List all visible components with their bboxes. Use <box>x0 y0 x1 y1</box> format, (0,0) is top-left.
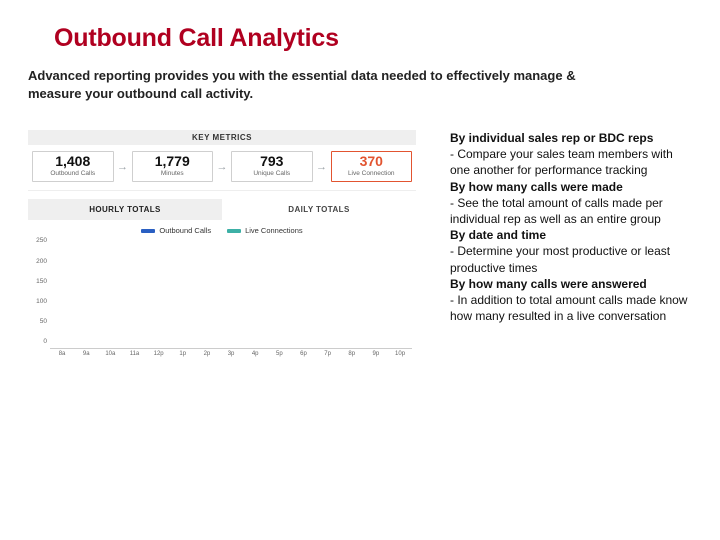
feature-heading: By date and time <box>450 227 692 243</box>
x-tick: 10a <box>98 351 122 357</box>
metric-value: 1,779 <box>135 154 211 169</box>
arrow-right-icon: → <box>313 151 331 182</box>
feature-item: By date and time- Determine your most pr… <box>450 227 692 276</box>
metrics-row: 1,408 Outbound Calls → 1,779 Minutes → 7… <box>28 145 416 191</box>
x-tick: 8a <box>50 351 74 357</box>
page-title: Outbound Call Analytics <box>54 24 692 53</box>
arrow-right-icon: → <box>213 151 231 182</box>
legend-swatch-icon <box>227 229 241 233</box>
metric-minutes[interactable]: 1,779 Minutes <box>132 151 214 182</box>
chart-area: 250 200 150 100 50 0 8a9a10a11a12p1p2p3p4p5p6… <box>28 237 416 357</box>
y-tick: 250 <box>36 237 47 244</box>
y-tick: 100 <box>36 298 47 305</box>
tab-hourly[interactable]: HOURLY TOTALS <box>28 199 222 220</box>
feature-item: By how many calls were made- See the tot… <box>450 179 692 228</box>
feature-item: By individual sales rep or BDC reps- Com… <box>450 130 692 179</box>
metric-label: Live Connection <box>334 170 410 177</box>
metric-value: 370 <box>334 154 410 169</box>
feature-heading: By how many calls were answered <box>450 276 692 292</box>
y-tick: 0 <box>43 338 47 345</box>
x-tick: 9a <box>74 351 98 357</box>
feature-body: - See the total amount of calls made per… <box>450 195 692 227</box>
feature-item: By how many calls were answered- In addi… <box>450 276 692 325</box>
x-tick: 7p <box>316 351 340 357</box>
arrow-right-icon: → <box>114 151 132 182</box>
metric-unique-calls[interactable]: 793 Unique Calls <box>231 151 313 182</box>
y-tick: 50 <box>40 318 47 325</box>
chart-legend: Outbound Calls Live Connections <box>28 226 416 235</box>
legend-outbound: Outbound Calls <box>141 226 211 235</box>
feature-body: - Determine your most productive or leas… <box>450 243 692 275</box>
legend-live: Live Connections <box>227 226 303 235</box>
metric-label: Unique Calls <box>234 170 310 177</box>
metric-live-connection[interactable]: 370 Live Connection <box>331 151 413 182</box>
x-tick: 11a <box>122 351 146 357</box>
metric-label: Minutes <box>135 170 211 177</box>
legend-swatch-icon <box>141 229 155 233</box>
dashboard-panel: KEY METRICS 1,408 Outbound Calls → 1,779… <box>28 130 416 357</box>
legend-label: Outbound Calls <box>159 226 211 235</box>
x-tick: 9p <box>364 351 388 357</box>
feature-body: - Compare your sales team members with o… <box>450 146 692 178</box>
chart-y-axis: 250 200 150 100 50 0 <box>28 237 50 357</box>
x-tick: 5p <box>267 351 291 357</box>
x-tick: 8p <box>340 351 364 357</box>
content-layout: KEY METRICS 1,408 Outbound Calls → 1,779… <box>28 130 692 357</box>
x-tick: 12p <box>147 351 171 357</box>
x-tick: 10p <box>388 351 412 357</box>
x-tick: 1p <box>171 351 195 357</box>
key-metrics-header: KEY METRICS <box>28 130 416 145</box>
y-tick: 150 <box>36 278 47 285</box>
intro-text: Advanced reporting provides you with the… <box>28 67 588 102</box>
feature-list: By individual sales rep or BDC reps- Com… <box>450 130 692 324</box>
chart-plot: 8a9a10a11a12p1p2p3p4p5p6p7p8p9p10p <box>50 237 412 357</box>
tab-bar: HOURLY TOTALS DAILY TOTALS <box>28 199 416 220</box>
feature-body: - In addition to total amount calls made… <box>450 292 692 324</box>
feature-heading: By individual sales rep or BDC reps <box>450 130 692 146</box>
chart-bars <box>50 237 412 349</box>
x-tick: 4p <box>243 351 267 357</box>
x-tick: 3p <box>219 351 243 357</box>
chart-x-axis: 8a9a10a11a12p1p2p3p4p5p6p7p8p9p10p <box>50 351 412 357</box>
metric-value: 1,408 <box>35 154 111 169</box>
legend-label: Live Connections <box>245 226 303 235</box>
metric-label: Outbound Calls <box>35 170 111 177</box>
metric-outbound-calls[interactable]: 1,408 Outbound Calls <box>32 151 114 182</box>
tab-daily[interactable]: DAILY TOTALS <box>222 199 416 220</box>
y-tick: 200 <box>36 258 47 265</box>
x-tick: 6p <box>291 351 315 357</box>
x-tick: 2p <box>195 351 219 357</box>
feature-heading: By how many calls were made <box>450 179 692 195</box>
metric-value: 793 <box>234 154 310 169</box>
